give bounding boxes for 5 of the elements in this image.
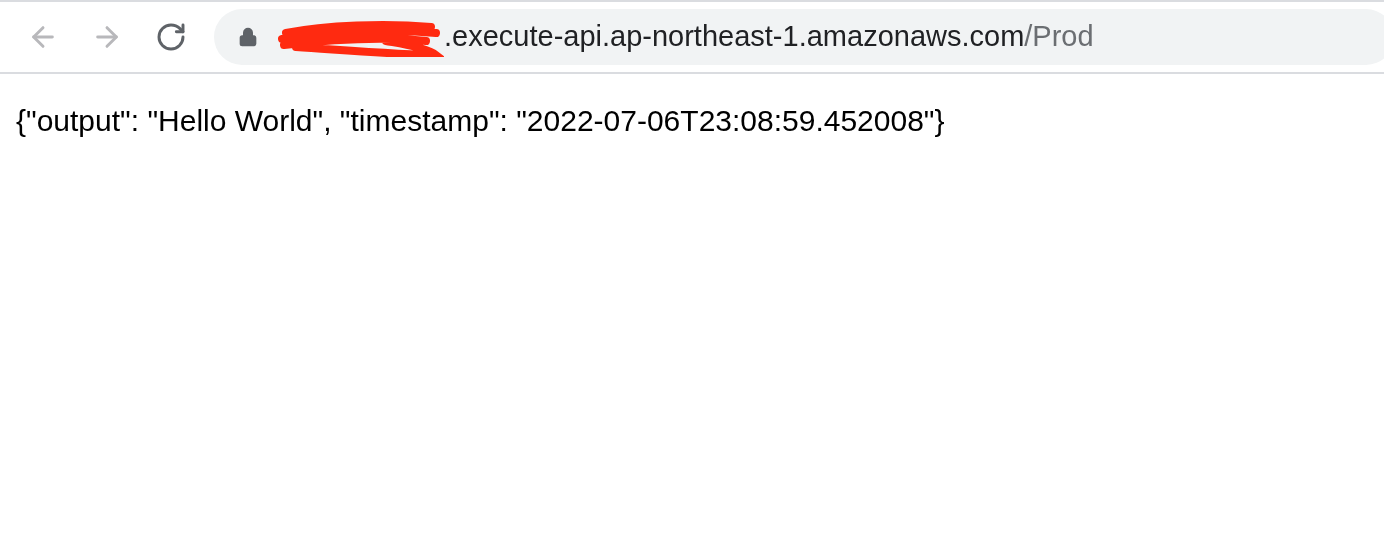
reload-icon: [155, 21, 187, 53]
json-response-text: {"output": "Hello World", "timestamp": "2022-07-06T23:08:59.452008"}: [16, 104, 945, 137]
url-host: .execute-api.ap-northeast-1.amazonaws.com: [444, 19, 1025, 55]
address-bar[interactable]: .execute-api.ap-northeast-1.amazonaws.com/Prod: [214, 9, 1384, 65]
url-path: /Prod: [1024, 19, 1094, 55]
